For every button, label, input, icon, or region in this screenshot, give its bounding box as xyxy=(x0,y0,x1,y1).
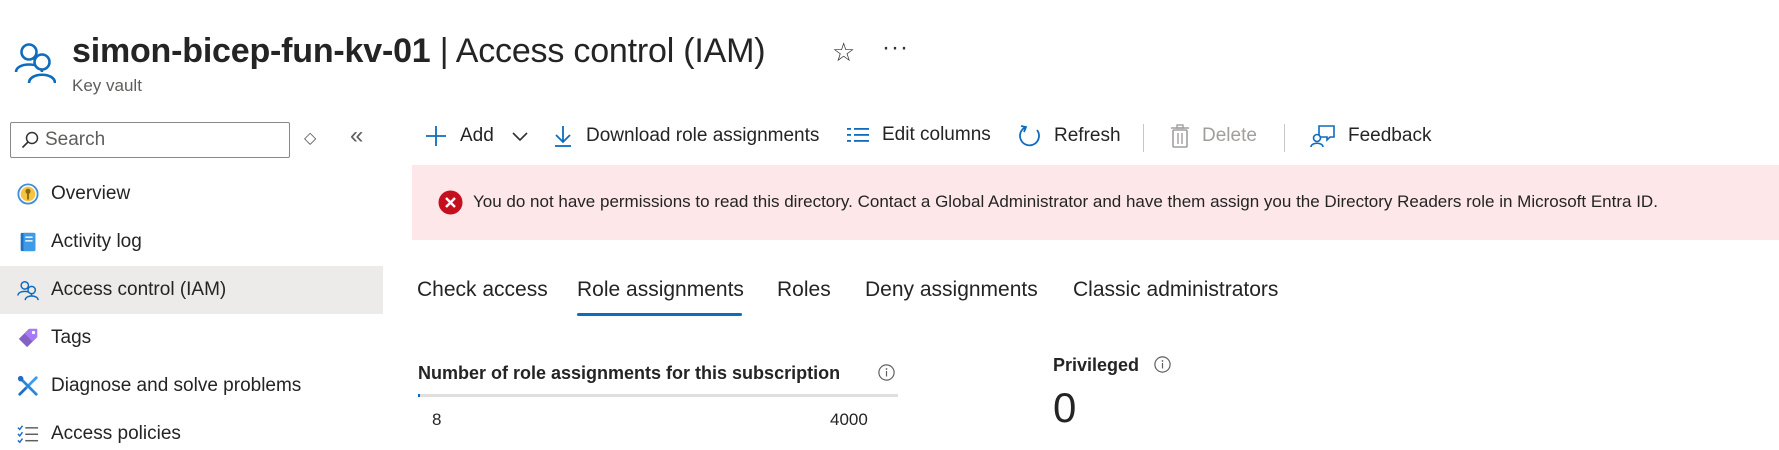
star-icon[interactable]: ☆ xyxy=(832,37,855,68)
info-icon[interactable] xyxy=(1154,356,1171,373)
sidebar-item-tags[interactable]: Tags xyxy=(0,314,383,362)
search-input[interactable] xyxy=(45,127,281,153)
sidebar-item-label: Tags xyxy=(51,327,92,348)
progress-fill xyxy=(418,394,420,397)
error-circle-icon xyxy=(438,190,463,215)
sidebar-item-label: Access control (IAM) xyxy=(51,279,227,300)
key-vault-icon xyxy=(17,183,39,205)
toolbar-divider xyxy=(1143,124,1144,152)
delete-button[interactable]: Delete xyxy=(1170,124,1257,154)
sidebar: ◇ « Overview Activity log xyxy=(0,118,383,450)
feedback-button[interactable]: Feedback xyxy=(1310,124,1431,154)
page-title: simon-bicep-fun-kv-01 | Access control (… xyxy=(72,32,766,71)
list-check-icon xyxy=(17,425,39,444)
refresh-icon xyxy=(1019,125,1040,147)
add-button[interactable]: Add xyxy=(424,124,529,154)
feedback-icon xyxy=(1310,125,1335,148)
tab-check-access[interactable]: Check access xyxy=(417,278,548,302)
sidebar-item-diagnose[interactable]: Diagnose and solve problems xyxy=(0,362,383,410)
trash-icon xyxy=(1171,124,1189,148)
sidebar-item-activity-log[interactable]: Activity log xyxy=(0,218,383,266)
wrench-icon xyxy=(17,375,38,396)
plus-icon xyxy=(426,126,446,146)
privileged-title: Privileged xyxy=(1053,355,1140,375)
sidebar-item-overview[interactable]: Overview xyxy=(0,170,383,218)
role-assignments-max: 4000 xyxy=(830,410,868,429)
tab-role-assignments[interactable]: Role assignments xyxy=(577,278,744,302)
active-tab-indicator xyxy=(577,313,742,316)
role-assignments-current: 8 xyxy=(432,410,442,429)
users-icon xyxy=(14,43,56,84)
search-box[interactable] xyxy=(10,122,290,158)
command-bar: Add Download role assignments Edit colum… xyxy=(420,118,1760,160)
sidebar-item-access-policies[interactable]: Access policies xyxy=(0,410,383,450)
feedback-label: Feedback xyxy=(1348,125,1432,146)
info-icon[interactable] xyxy=(878,364,895,381)
sort-updown-icon[interactable]: ◇ xyxy=(304,128,316,148)
edit-columns-icon xyxy=(847,128,869,142)
sidebar-item-access-control[interactable]: Access control (IAM) xyxy=(0,266,383,314)
chevron-down-icon xyxy=(512,132,528,142)
delete-label: Delete xyxy=(1202,125,1257,146)
sidebar-item-label: Access policies xyxy=(51,423,181,444)
tab-classic-administrators[interactable]: Classic administrators xyxy=(1073,278,1278,302)
add-label: Add xyxy=(460,125,494,146)
toolbar-divider xyxy=(1284,124,1285,152)
tab-deny-assignments[interactable]: Deny assignments xyxy=(865,278,1038,302)
role-assignments-count-title: Number of role assignments for this subs… xyxy=(418,363,841,383)
tab-list: Check access Role assignments Roles Deny… xyxy=(417,278,1317,318)
role-assignments-progress-bar xyxy=(418,394,898,397)
tag-icon xyxy=(18,328,38,348)
more-options-button[interactable]: ··· xyxy=(882,34,909,62)
users-icon xyxy=(17,281,39,301)
activity-log-icon xyxy=(20,232,36,252)
edit-columns-button[interactable]: Edit columns xyxy=(846,124,991,154)
download-icon xyxy=(555,126,571,147)
resource-name: simon-bicep-fun-kv-01 xyxy=(72,32,431,70)
sidebar-item-label: Activity log xyxy=(51,231,142,252)
search-icon xyxy=(21,131,39,149)
collapse-sidebar-icon[interactable]: « xyxy=(350,122,363,150)
page-name: Access control (IAM) xyxy=(455,32,766,70)
sidebar-nav: Overview Activity log Access control (IA… xyxy=(0,170,383,450)
resource-type: Key vault xyxy=(72,76,142,95)
tab-roles[interactable]: Roles xyxy=(777,278,831,302)
sidebar-item-label: Overview xyxy=(51,183,131,204)
refresh-button[interactable]: Refresh xyxy=(1018,124,1121,154)
download-role-assignments-button[interactable]: Download role assignments xyxy=(552,124,819,154)
privileged-count: 0 xyxy=(1053,384,1077,431)
title-separator: | xyxy=(430,32,456,70)
refresh-label: Refresh xyxy=(1054,125,1121,146)
error-message: You do not have permissions to read this… xyxy=(473,192,1658,211)
edit-columns-label: Edit columns xyxy=(882,124,991,145)
download-label: Download role assignments xyxy=(586,125,820,146)
error-banner: You do not have permissions to read this… xyxy=(412,165,1779,240)
page-header: simon-bicep-fun-kv-01 | Access control (… xyxy=(0,0,1779,104)
sidebar-item-label: Diagnose and solve problems xyxy=(51,375,302,396)
